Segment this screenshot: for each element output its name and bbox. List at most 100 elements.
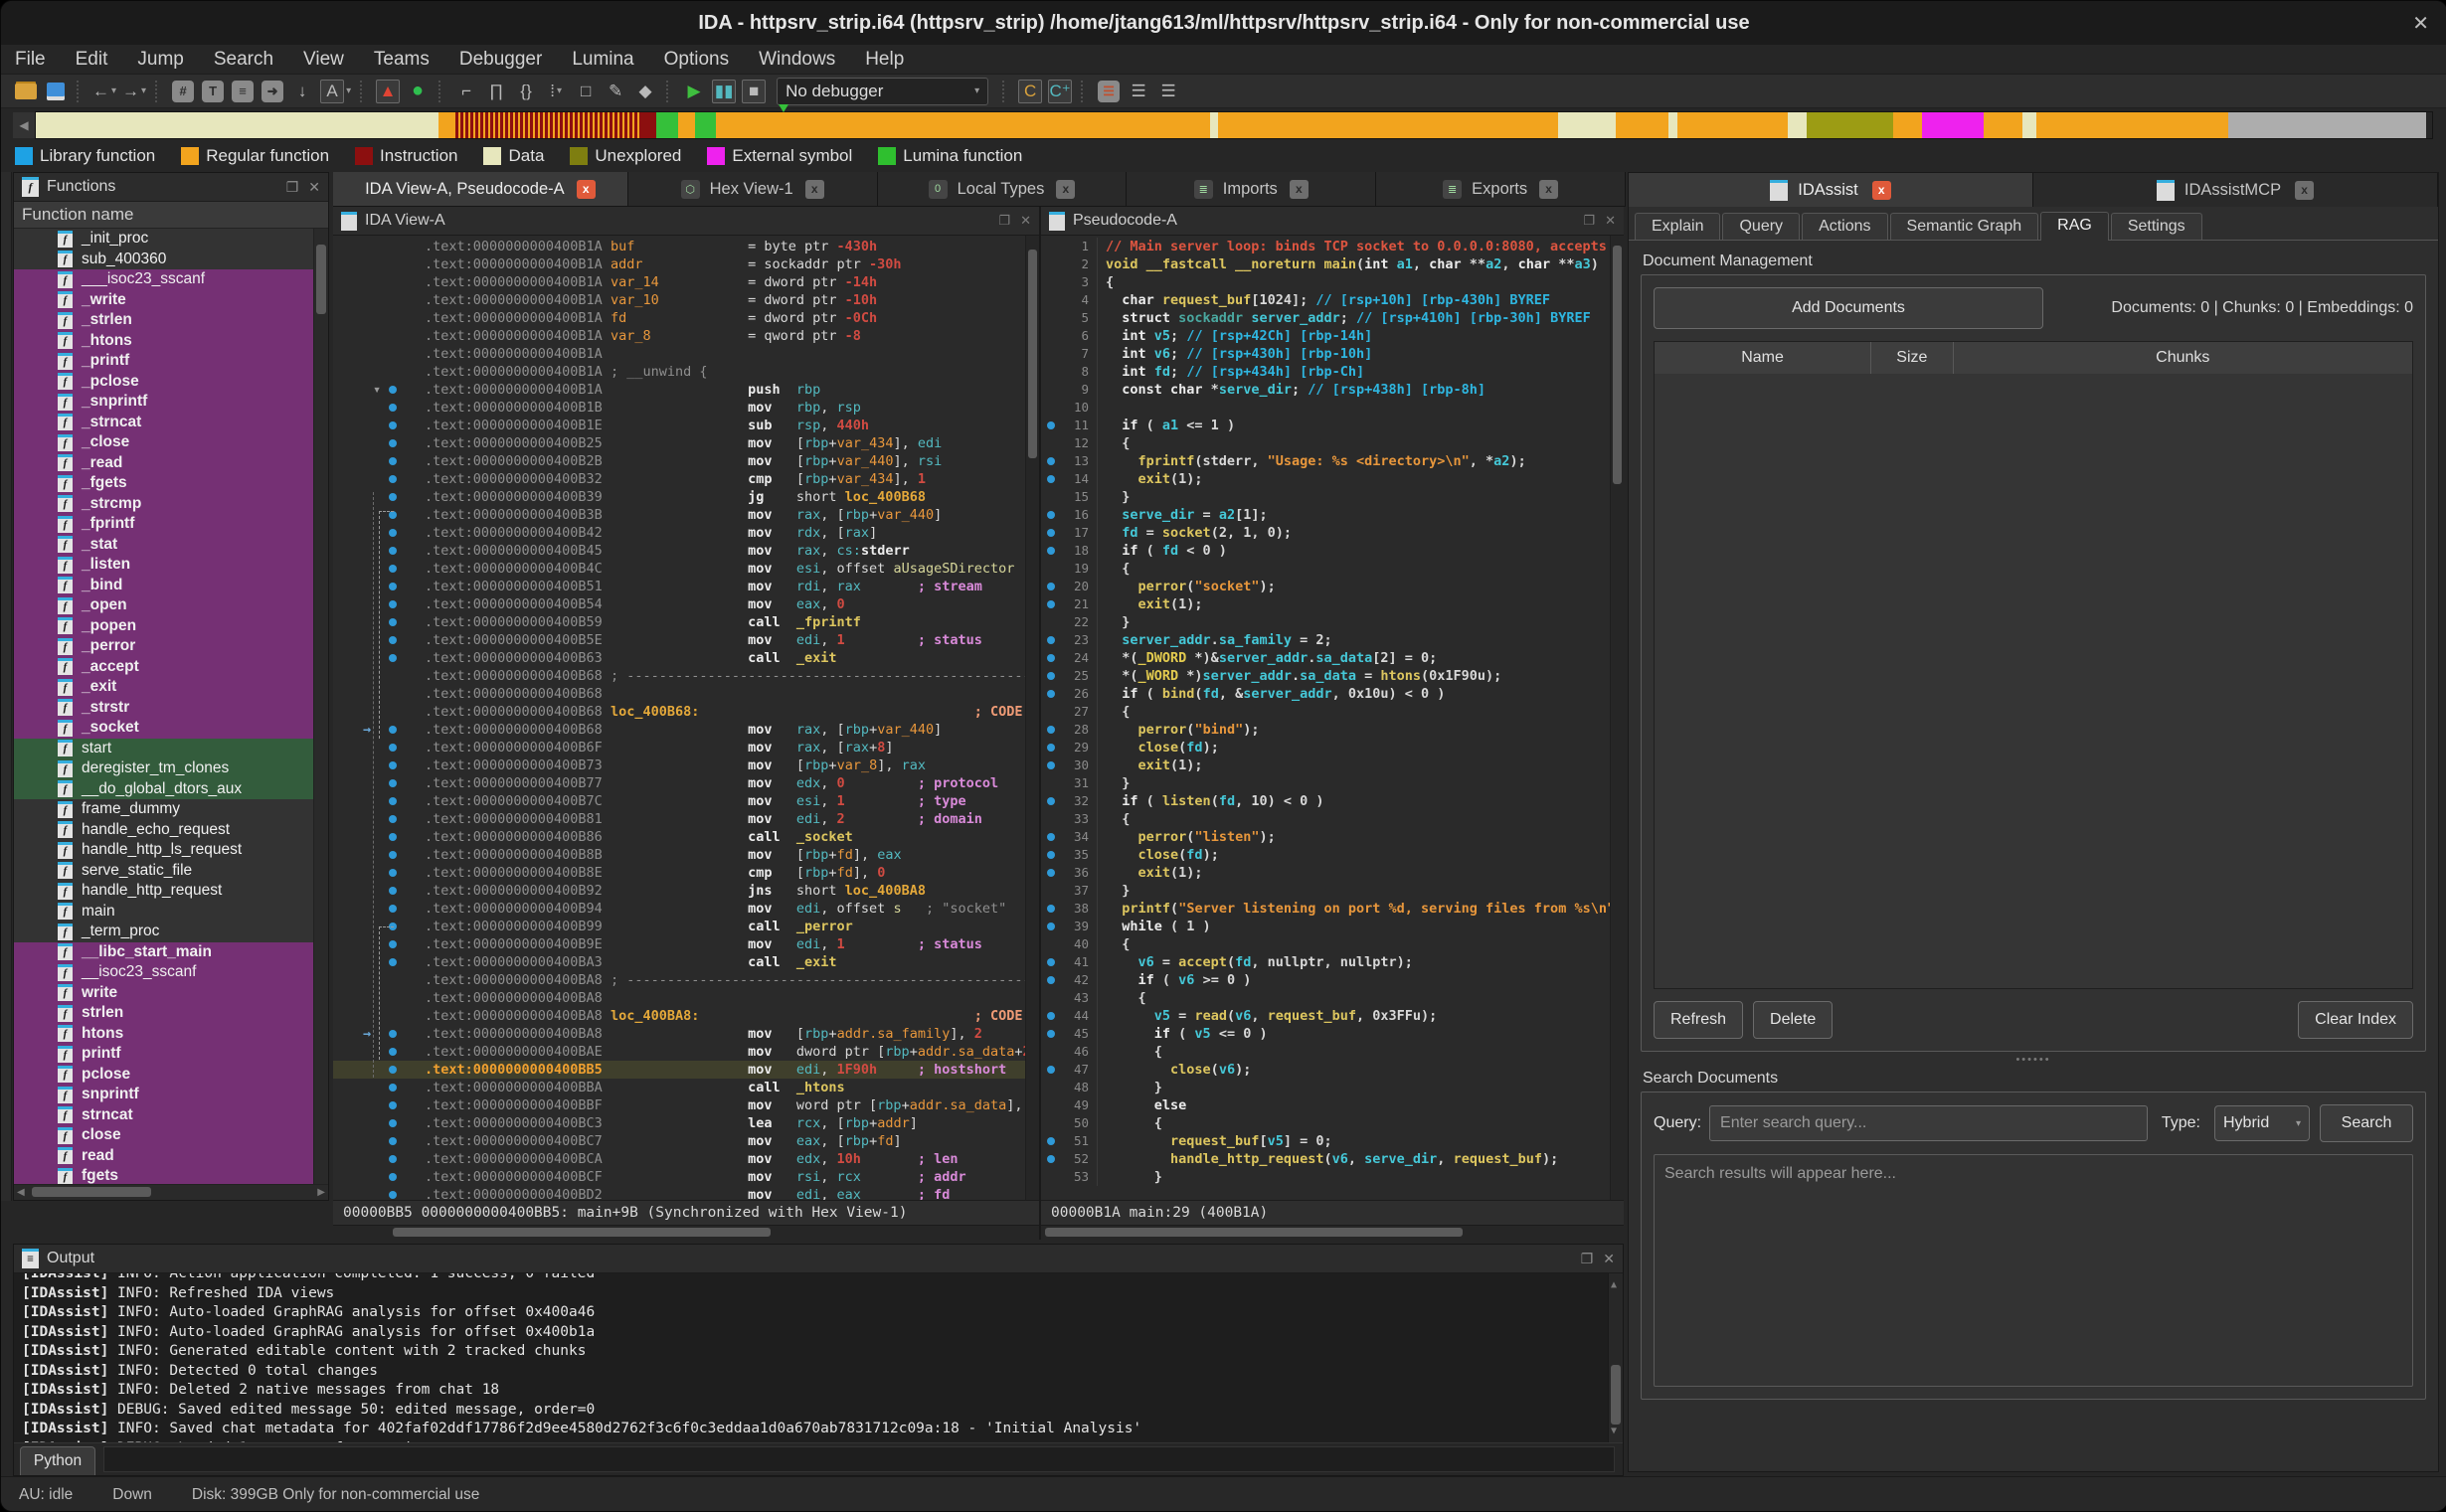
close-icon[interactable]: ✕ [308, 179, 320, 196]
menu-edit[interactable]: Edit [76, 49, 108, 71]
function-list-item[interactable]: f_exit [14, 677, 328, 698]
pseudocode-line[interactable]: 17 fd = socket(2, 1, 0); [1041, 524, 1624, 542]
open-file-icon[interactable] [14, 80, 38, 103]
disassembly-line[interactable]: .text:0000000000400B81 mov edi, 2 ; doma… [333, 810, 1039, 828]
function-list-item[interactable]: fstrlen [14, 1003, 328, 1024]
disassembly-line[interactable]: .text:0000000000400B68 [333, 685, 1039, 703]
disassembly-line[interactable]: ▾.text:0000000000400B1A push rbp [333, 381, 1039, 399]
disassembly-line[interactable]: .text:0000000000400B6F mov rax, [rax+8] [333, 739, 1039, 756]
pseudocode-line[interactable]: 10 [1041, 399, 1624, 417]
disassembly-line[interactable]: .text:0000000000400B77 mov edx, 0 ; prot… [333, 774, 1039, 792]
disassembly-line[interactable]: .text:0000000000400BBF mov word ptr [rbp… [333, 1096, 1039, 1114]
function-list-item[interactable]: f_perror [14, 636, 328, 657]
column-chunks[interactable]: Chunks [1954, 342, 2412, 374]
function-list-item[interactable]: fsub_400360 [14, 250, 328, 270]
function-list-item[interactable]: ffgets [14, 1166, 328, 1184]
disassembly-vertical-scrollbar[interactable] [1025, 236, 1039, 1200]
function-list-item[interactable]: f_listen [14, 555, 328, 576]
disassembly-line[interactable]: .text:0000000000400B8B mov [rbp+fd], eax [333, 846, 1039, 864]
pseudocode-line[interactable]: 25 *(_WORD *)server_addr.sa_data = htons… [1041, 667, 1624, 685]
jump-icon[interactable]: ↓ [290, 80, 314, 103]
select-icon[interactable]: □ [574, 80, 598, 103]
tab-hex-view-1[interactable]: ⬡Hex View-1x [628, 172, 878, 206]
idassist-tab-explain[interactable]: Explain [1635, 213, 1720, 240]
window-close-icon[interactable]: ✕ [2412, 11, 2429, 36]
pseudocode-vertical-scrollbar[interactable] [1610, 236, 1624, 1200]
debug-stop-icon[interactable]: ■ [742, 80, 766, 103]
pseudocode-line[interactable]: 14 exit(1); [1041, 470, 1624, 488]
function-list-item[interactable]: f_fprintf [14, 514, 328, 535]
pseudocode-line[interactable]: 52 handle_http_request(v6, serve_dir, re… [1041, 1150, 1624, 1168]
restore-icon[interactable]: ❐ [1583, 213, 1595, 229]
pseudocode-line[interactable]: 30 exit(1); [1041, 756, 1624, 774]
disassembly-line[interactable]: .text:0000000000400B1B mov rbp, rsp [333, 399, 1039, 417]
output-vertical-scrollbar[interactable]: ▲▼ [1608, 1273, 1623, 1442]
pseudocode-line[interactable]: 19 { [1041, 560, 1624, 578]
pseudocode-line[interactable]: 13 fprintf(stderr, "Usage: %s <directory… [1041, 452, 1624, 470]
navigate-forward-icon[interactable]: →▾ [122, 80, 146, 103]
function-list-item[interactable]: fwrite [14, 983, 328, 1004]
function-list-item[interactable]: f_pclose [14, 372, 328, 393]
pseudocode-line[interactable]: 18 if ( fd < 0 ) [1041, 542, 1624, 560]
pseudocode-line[interactable]: 7 int v6; // [rsp+430h] [rbp-10h] [1041, 345, 1624, 363]
pseudocode-line[interactable]: 20 perror("socket"); [1041, 578, 1624, 595]
pseudocode-line[interactable]: 47 close(v6); [1041, 1061, 1624, 1079]
function-list-item[interactable]: fhandle_http_ls_request [14, 840, 328, 861]
edit-icon[interactable]: ✎ [604, 80, 627, 103]
function-list-item[interactable]: f___isoc23_sscanf [14, 269, 328, 290]
function-list-item[interactable]: fprintf [14, 1044, 328, 1065]
pseudocode-line[interactable]: 40 { [1041, 935, 1624, 953]
pseudocode-line[interactable]: 37 } [1041, 882, 1624, 900]
function-list-item[interactable]: f_bind [14, 576, 328, 596]
disassembly-line[interactable]: .text:0000000000400B59 call _fprintf [333, 613, 1039, 631]
output-log[interactable]: [IDAssist] INFO: Action application comp… [14, 1273, 1623, 1442]
menu-help[interactable]: Help [865, 49, 904, 71]
tab-idassist[interactable]: IDAssist x [1629, 173, 2033, 207]
function-list-item[interactable]: fstart [14, 739, 328, 759]
struct-icon[interactable]: {} [514, 80, 538, 103]
function-list-item[interactable]: fpclose [14, 1065, 328, 1086]
tab-idassistmcp[interactable]: IDAssistMCP x [2033, 173, 2438, 207]
disassembly-line[interactable]: .text:0000000000400BB5 mov edi, 1F90h ; … [333, 1061, 1039, 1079]
comment-icon[interactable]: ⁞▾ [544, 80, 568, 103]
function-list-item[interactable]: f_write [14, 290, 328, 311]
disassembly-line[interactable]: .text:0000000000400BA8 ; ---------------… [333, 971, 1039, 989]
close-icon[interactable]: x [577, 180, 596, 199]
python-tab[interactable]: Python [20, 1446, 95, 1475]
flowchart-icon[interactable]: # [171, 80, 195, 103]
column-size[interactable]: Size [1871, 342, 1953, 374]
pseudocode-line[interactable]: 33 { [1041, 810, 1624, 828]
function-list-item[interactable]: fhandle_http_request [14, 881, 328, 902]
search-type-select[interactable]: Hybrid ▾ [2214, 1105, 2310, 1141]
function-list-item[interactable]: fderegister_tm_clones [14, 758, 328, 779]
pseudocode-line[interactable]: 31 } [1041, 774, 1624, 792]
text-view-icon[interactable]: T [201, 80, 225, 103]
menu-file[interactable]: File [15, 49, 46, 71]
function-list-item[interactable]: f_printf [14, 351, 328, 372]
pseudocode-line[interactable]: 9 const char *serve_dir; // [rsp+438h] [… [1041, 381, 1624, 399]
stack-frame-icon[interactable]: ∏ [484, 80, 508, 103]
pseudocode-line[interactable]: 4 char request_buf[1024]; // [rsp+10h] [… [1041, 291, 1624, 309]
function-list-item[interactable]: fclose [14, 1125, 328, 1146]
function-list-item[interactable]: f_read [14, 453, 328, 474]
refresh-button[interactable]: Refresh [1654, 1001, 1743, 1039]
idassist-tab-settings[interactable]: Settings [2111, 213, 2202, 240]
breakpoint-icon[interactable]: ▲ [376, 80, 400, 103]
restore-icon[interactable]: ❐ [286, 179, 299, 196]
pseudocode-line[interactable]: 42 if ( v6 >= 0 ) [1041, 971, 1624, 989]
disassembly-line[interactable]: .text:0000000000400B1A fd = dword ptr -0… [333, 309, 1039, 327]
pseudocode-line[interactable]: 53 } [1041, 1168, 1624, 1186]
disassembly-line[interactable]: .text:0000000000400B25 mov [rbp+var_434]… [333, 434, 1039, 452]
function-list-item[interactable]: f_strncat [14, 413, 328, 433]
disassembly-line[interactable]: .text:0000000000400B1A ; __unwind { [333, 363, 1039, 381]
pseudocode-line[interactable]: 45 if ( v5 <= 0 ) [1041, 1025, 1624, 1043]
function-list-item[interactable]: fmain [14, 902, 328, 923]
function-list-item[interactable]: f_socket [14, 718, 328, 739]
pseudocode-line[interactable]: 24 *(_DWORD *)&server_addr.sa_data[2] = … [1041, 649, 1624, 667]
pseudocode-line[interactable]: 46 { [1041, 1043, 1624, 1061]
disassembly-line[interactable]: .text:0000000000400B4C mov esi, offset a… [333, 560, 1039, 578]
function-list-item[interactable]: f_term_proc [14, 922, 328, 942]
disassembly-line[interactable]: .text:0000000000400B54 mov eax, 0 [333, 595, 1039, 613]
outline-alt-icon[interactable]: ☰ [1156, 80, 1180, 103]
close-icon[interactable]: ✕ [1020, 213, 1031, 229]
